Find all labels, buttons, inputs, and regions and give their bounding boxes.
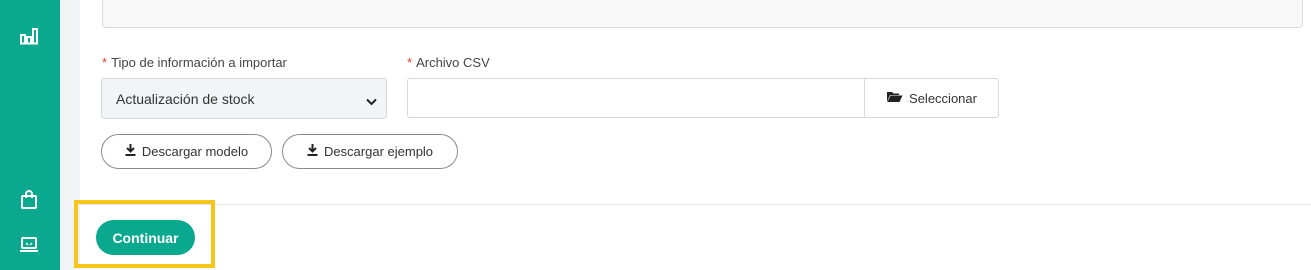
import-type-select[interactable]: Actualización de stock: [101, 78, 387, 119]
download-icon: [125, 144, 136, 159]
notes-textarea[interactable]: [102, 0, 1303, 28]
select-file-button[interactable]: Seleccionar: [864, 78, 999, 118]
continue-button[interactable]: Continuar: [96, 220, 195, 255]
csv-file-label: * Archivo CSV: [407, 55, 490, 70]
download-model-label: Descargar modelo: [141, 144, 249, 159]
download-example-label: Descargar ejemplo: [323, 144, 434, 159]
download-example-button[interactable]: Descargar ejemplo: [282, 134, 458, 169]
required-mark: *: [102, 55, 108, 70]
laptop-icon[interactable]: [17, 233, 41, 257]
download-icon: [307, 144, 318, 159]
shopping-bag-icon[interactable]: [17, 188, 41, 212]
csv-file-input[interactable]: [407, 78, 865, 118]
continue-label: Continuar: [112, 229, 179, 246]
download-model-button[interactable]: Descargar modelo: [101, 134, 272, 169]
chevron-down-icon: [366, 93, 377, 109]
import-type-label: * Tipo de información a importar: [102, 55, 287, 70]
sidebar: [0, 0, 60, 270]
import-panel: * Tipo de información a importar Actualiz…: [74, 0, 1311, 270]
required-mark: *: [407, 55, 413, 70]
bar-chart-icon[interactable]: [17, 24, 41, 48]
import-type-selected: Actualización de stock: [116, 90, 255, 107]
folder-open-icon: [886, 90, 903, 106]
footer-divider: [80, 204, 1311, 205]
select-file-label: Seleccionar: [909, 90, 977, 106]
